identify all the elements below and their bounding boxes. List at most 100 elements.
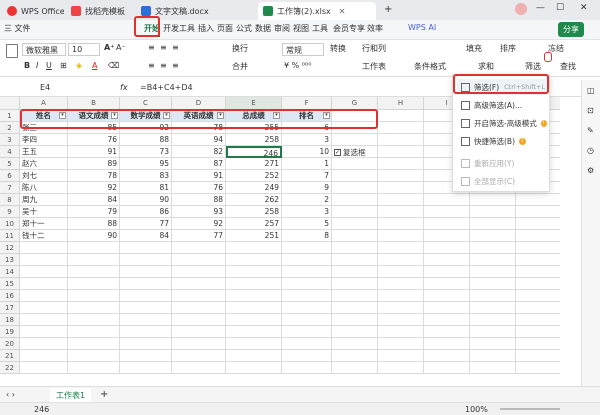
empty-cell[interactable] — [378, 122, 424, 134]
empty-cell[interactable] — [470, 326, 516, 338]
empty-cell[interactable] — [172, 302, 226, 314]
empty-cell[interactable] — [424, 206, 470, 218]
table-cell[interactable]: 88 — [172, 194, 226, 206]
empty-cell[interactable] — [332, 170, 378, 182]
empty-cell[interactable] — [172, 242, 226, 254]
table-cell[interactable]: 92 — [172, 218, 226, 230]
table-cell[interactable]: 83 — [120, 170, 172, 182]
empty-cell[interactable] — [68, 350, 120, 362]
fill-button[interactable]: 填充 — [466, 43, 482, 54]
table-cell[interactable]: 8 — [282, 230, 332, 242]
row-header[interactable]: 7 — [0, 182, 20, 194]
table-cell[interactable]: 88 — [120, 134, 172, 146]
empty-cell[interactable] — [378, 182, 424, 194]
empty-cell[interactable] — [120, 242, 172, 254]
nav-prev-icon[interactable]: ‹ › — [6, 390, 15, 399]
empty-cell[interactable] — [20, 278, 68, 290]
checkbox-control[interactable]: ✓ 复选框 — [334, 147, 366, 158]
empty-cell[interactable] — [378, 362, 424, 374]
find-button[interactable]: 查找 — [560, 61, 576, 72]
empty-cell[interactable] — [120, 314, 172, 326]
share-button[interactable]: 分享 — [558, 22, 584, 37]
table-cell[interactable]: 90 — [68, 230, 120, 242]
select-all-corner[interactable] — [0, 97, 20, 110]
empty-cell[interactable] — [68, 278, 120, 290]
empty-cell[interactable] — [470, 230, 516, 242]
row-header[interactable]: 17 — [0, 302, 20, 314]
empty-cell[interactable] — [516, 254, 560, 266]
table-cell[interactable]: 1 — [282, 158, 332, 170]
avatar[interactable] — [515, 3, 527, 15]
row-header[interactable]: 9 — [0, 206, 20, 218]
empty-cell[interactable] — [424, 278, 470, 290]
menu-item-quick-filter[interactable]: 快捷筛选(B) i — [457, 133, 547, 149]
close-icon[interactable]: ✕ — [133, 7, 134, 16]
empty-cell[interactable] — [378, 314, 424, 326]
table-cell[interactable]: 76 — [68, 134, 120, 146]
row-header[interactable]: 22 — [0, 362, 20, 374]
sidebar-tool-icon[interactable]: ⚙ — [587, 166, 594, 175]
empty-cell[interactable] — [470, 302, 516, 314]
wrap-text-button[interactable]: 换行 — [232, 43, 248, 54]
font-name-select[interactable]: 微软雅黑 — [22, 43, 66, 56]
empty-cell[interactable] — [172, 254, 226, 266]
empty-cell[interactable] — [378, 146, 424, 158]
empty-cell[interactable] — [516, 350, 560, 362]
empty-cell[interactable] — [68, 242, 120, 254]
table-cell[interactable]: 91 — [68, 146, 120, 158]
empty-cell[interactable] — [20, 266, 68, 278]
maximize-icon[interactable]: ☐ — [556, 3, 564, 13]
empty-cell[interactable] — [226, 326, 282, 338]
empty-cell[interactable] — [282, 242, 332, 254]
align-left-icon[interactable]: ≡ — [148, 61, 155, 70]
empty-cell[interactable] — [120, 338, 172, 350]
close-icon[interactable]: ✕ — [339, 7, 346, 16]
row-header[interactable]: 11 — [0, 230, 20, 242]
empty-cell[interactable] — [516, 290, 560, 302]
empty-cell[interactable] — [226, 266, 282, 278]
empty-cell[interactable] — [20, 350, 68, 362]
empty-cell[interactable] — [516, 362, 560, 374]
empty-cell[interactable] — [378, 302, 424, 314]
empty-cell[interactable] — [226, 254, 282, 266]
empty-cell[interactable] — [332, 350, 378, 362]
row-header[interactable]: 4 — [0, 146, 20, 158]
menu-item-advanced-filter[interactable]: 高级筛选(A)... — [457, 97, 547, 113]
empty-cell[interactable] — [68, 302, 120, 314]
sum-button[interactable]: 求和 — [478, 61, 494, 72]
table-cell[interactable]: 76 — [172, 182, 226, 194]
empty-cell[interactable] — [424, 194, 470, 206]
empty-cell[interactable] — [378, 158, 424, 170]
menu-item-insert[interactable]: 插入 — [198, 23, 214, 34]
file-menu[interactable]: 三 文件 — [4, 23, 31, 34]
empty-cell[interactable] — [332, 314, 378, 326]
table-cell[interactable]: 3 — [282, 206, 332, 218]
empty-cell[interactable] — [516, 278, 560, 290]
empty-cell[interactable] — [332, 338, 378, 350]
empty-cell[interactable] — [68, 338, 120, 350]
empty-cell[interactable] — [332, 158, 378, 170]
font-shrink-icon[interactable]: A⁻ — [116, 43, 126, 52]
row-header[interactable]: 8 — [0, 194, 20, 206]
row-header[interactable]: 13 — [0, 254, 20, 266]
empty-cell[interactable] — [172, 278, 226, 290]
empty-cell[interactable] — [20, 338, 68, 350]
row-header[interactable]: 3 — [0, 134, 20, 146]
empty-cell[interactable] — [378, 110, 424, 122]
empty-cell[interactable] — [516, 230, 560, 242]
sidebar-tool-icon[interactable]: ◷ — [587, 146, 594, 155]
align-right-icon[interactable]: ≡ — [172, 61, 179, 70]
row-col-button[interactable]: 行和列 — [362, 43, 386, 54]
empty-cell[interactable] — [282, 290, 332, 302]
empty-cell[interactable] — [378, 230, 424, 242]
empty-cell[interactable] — [20, 242, 68, 254]
empty-cell[interactable] — [172, 350, 226, 362]
empty-cell[interactable] — [516, 194, 560, 206]
empty-cell[interactable] — [120, 254, 172, 266]
empty-cell[interactable] — [20, 362, 68, 374]
align-middle-icon[interactable]: ≡ — [160, 43, 167, 52]
table-cell[interactable]: 94 — [172, 134, 226, 146]
empty-cell[interactable] — [332, 218, 378, 230]
menu-item-page[interactable]: 页面 — [217, 23, 233, 34]
table-cell[interactable]: 81 — [120, 182, 172, 194]
